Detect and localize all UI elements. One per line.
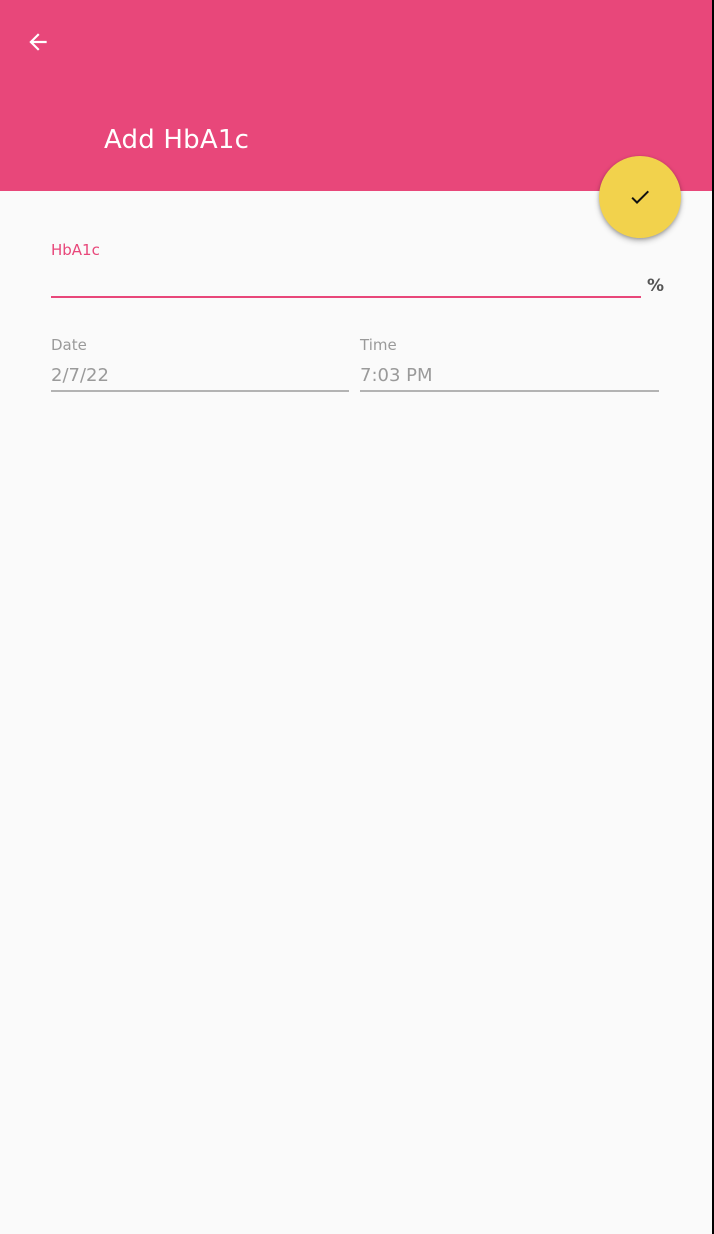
time-value: 7:03 PM bbox=[360, 365, 433, 386]
back-button[interactable] bbox=[20, 24, 56, 60]
hba1c-unit: % bbox=[647, 276, 665, 296]
check-icon bbox=[631, 190, 649, 204]
date-value: 2/7/22 bbox=[51, 365, 109, 386]
hba1c-input[interactable] bbox=[51, 262, 641, 298]
date-label: Date bbox=[51, 336, 87, 354]
app-bar: Add HbA1c bbox=[0, 0, 714, 191]
arrow-back-icon bbox=[29, 33, 47, 51]
page-title: Add HbA1c bbox=[104, 125, 250, 155]
add-hba1c-screen: Add HbA1c HbA1c % Date 2/7/22 Time 7:03 … bbox=[0, 0, 714, 1234]
hba1c-label: HbA1c bbox=[51, 241, 100, 259]
time-underline bbox=[360, 390, 659, 392]
save-button[interactable] bbox=[599, 156, 681, 238]
time-label: Time bbox=[360, 336, 397, 354]
date-underline bbox=[51, 390, 349, 392]
